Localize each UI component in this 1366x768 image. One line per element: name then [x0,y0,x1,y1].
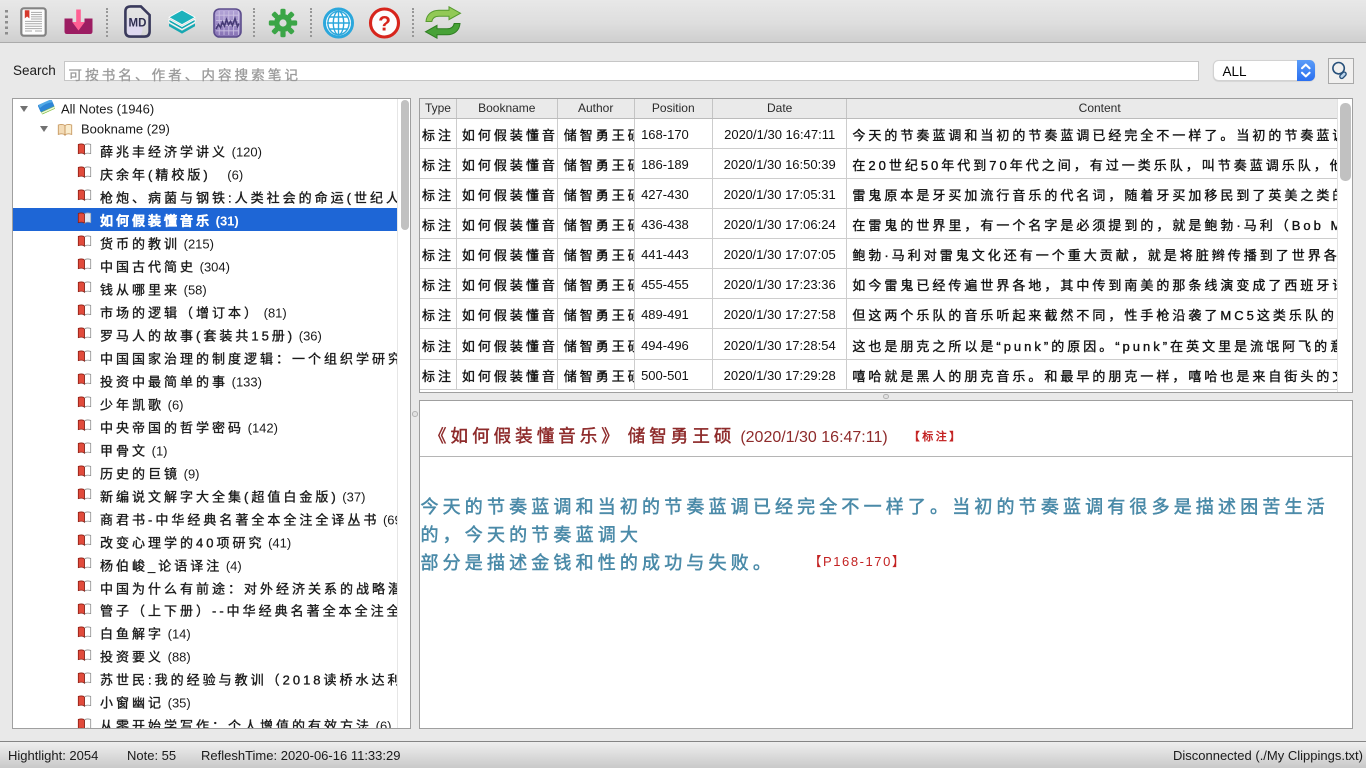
svg-text:?: ? [378,13,391,36]
svg-text:MD: MD [128,18,146,30]
